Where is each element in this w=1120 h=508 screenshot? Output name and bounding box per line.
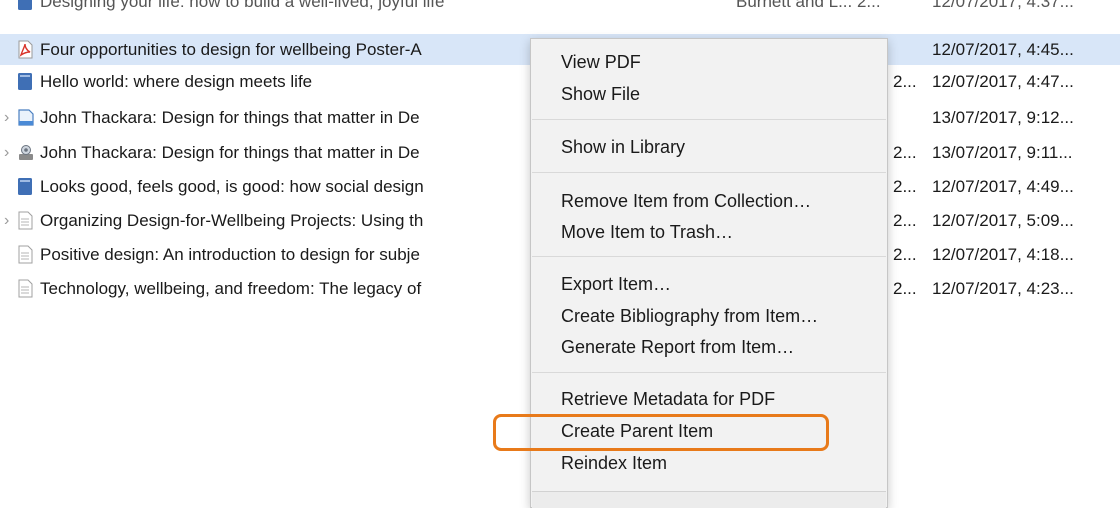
item-creator: 2... bbox=[893, 143, 917, 162]
document-icon bbox=[17, 279, 33, 298]
item-creator: 2... bbox=[893, 211, 917, 230]
item-date: 12/07/2017, 4:18... bbox=[932, 245, 1074, 264]
item-title: Hello world: where design meets life bbox=[40, 72, 313, 91]
item-creator: 2... bbox=[893, 245, 917, 264]
item-date: 13/07/2017, 9:12... bbox=[932, 108, 1074, 127]
item-date: 12/07/2017, 4:23... bbox=[932, 279, 1074, 298]
item-title: John Thackara: Design for things that ma… bbox=[40, 143, 420, 162]
menu-item-create-bibliography[interactable]: Create Bibliography from Item… bbox=[561, 301, 818, 331]
item-date: 12/07/2017, 4:45... bbox=[932, 40, 1074, 59]
expand-chevron-icon[interactable]: › bbox=[4, 102, 14, 133]
list-item[interactable]: Designing your life: how to build a well… bbox=[0, 0, 1120, 17]
item-date: 12/07/2017, 5:09... bbox=[932, 211, 1074, 230]
item-date: 12/07/2017, 4:49... bbox=[932, 177, 1074, 196]
menu-item-show-file[interactable]: Show File bbox=[561, 79, 640, 109]
webpage-icon bbox=[17, 108, 34, 127]
expand-chevron-icon[interactable]: › bbox=[4, 137, 14, 168]
document-icon bbox=[17, 245, 33, 264]
book-icon bbox=[17, 0, 33, 11]
context-menu: View PDF Show File Show in Library Remov… bbox=[530, 38, 888, 508]
item-creator: 2... bbox=[893, 72, 917, 91]
item-title: Designing your life: how to build a well… bbox=[40, 0, 445, 11]
item-creator: 2... bbox=[893, 279, 917, 298]
menu-item-move-to-trash[interactable]: Move Item to Trash… bbox=[561, 217, 733, 247]
item-title: Four opportunities to design for wellbei… bbox=[40, 40, 422, 59]
menu-item-generate-report[interactable]: Generate Report from Item… bbox=[561, 332, 794, 362]
menu-separator bbox=[532, 372, 886, 373]
item-title: Looks good, feels good, is good: how soc… bbox=[40, 177, 424, 196]
item-date: 12/07/2017, 4:37... bbox=[932, 0, 1074, 11]
menu-item-show-in-library[interactable]: Show in Library bbox=[561, 132, 685, 162]
book-icon bbox=[17, 177, 33, 196]
menu-item-export[interactable]: Export Item… bbox=[561, 269, 671, 299]
document-icon bbox=[17, 211, 33, 230]
expand-chevron-icon[interactable]: › bbox=[4, 205, 14, 236]
item-title: Organizing Design-for-Wellbeing Projects… bbox=[40, 211, 424, 230]
item-title: Positive design: An introduction to desi… bbox=[40, 245, 420, 264]
menu-separator bbox=[532, 172, 886, 173]
menu-item-retrieve-metadata[interactable]: Retrieve Metadata for PDF bbox=[561, 384, 775, 414]
menu-separator bbox=[532, 256, 886, 257]
book-icon bbox=[17, 72, 33, 91]
menu-item-remove-from-collection[interactable]: Remove Item from Collection… bbox=[561, 186, 811, 216]
item-title: Technology, wellbeing, and freedom: The … bbox=[40, 279, 422, 298]
item-title: John Thackara: Design for things that ma… bbox=[40, 108, 420, 127]
menu-separator bbox=[532, 119, 886, 120]
item-date: 12/07/2017, 4:47... bbox=[932, 72, 1074, 91]
item-creator: Burnett and L... 2... bbox=[736, 0, 881, 11]
menu-item-create-parent-item[interactable]: Create Parent Item bbox=[561, 416, 713, 446]
item-date: 13/07/2017, 9:11... bbox=[932, 143, 1073, 162]
menu-item-view-pdf[interactable]: View PDF bbox=[561, 47, 641, 77]
pdf-icon bbox=[17, 40, 33, 59]
film-icon bbox=[17, 143, 33, 162]
menu-bottom-edge bbox=[532, 491, 886, 508]
menu-item-reindex[interactable]: Reindex Item bbox=[561, 448, 667, 478]
item-creator: 2... bbox=[893, 177, 917, 196]
